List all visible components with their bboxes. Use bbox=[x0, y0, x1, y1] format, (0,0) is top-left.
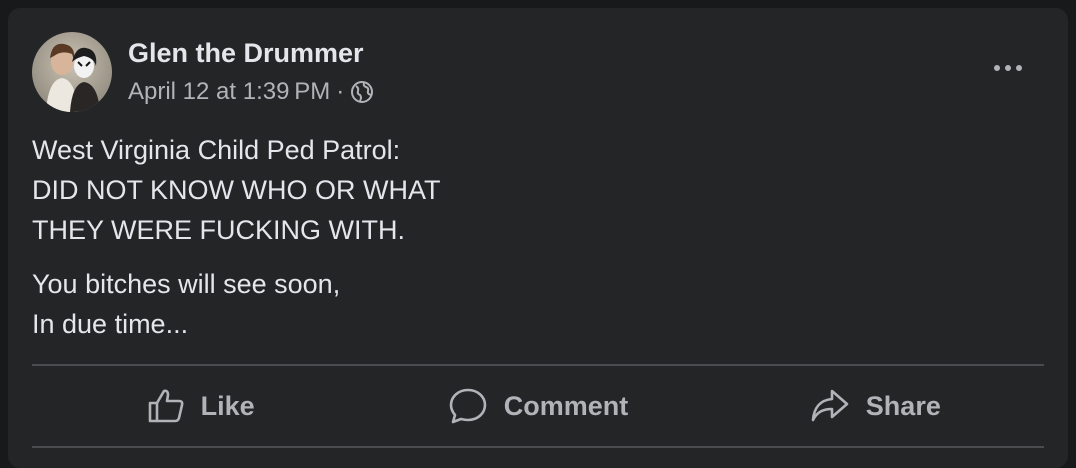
thumbs-up-icon bbox=[148, 389, 184, 423]
author-name[interactable]: Glen the Drummer bbox=[128, 36, 374, 70]
post-body: West Virginia Child Ped Patrol: DID NOT … bbox=[32, 130, 1032, 344]
comment-button[interactable]: Comment bbox=[369, 366, 706, 446]
dot-icon bbox=[1005, 65, 1011, 71]
share-icon bbox=[811, 389, 849, 422]
dot-icon bbox=[1016, 65, 1022, 71]
post-actions: Like Comment Share bbox=[32, 366, 1044, 446]
dot-icon bbox=[994, 65, 1000, 71]
post-header: Glen the Drummer April 12 at 1:39 PM · bbox=[32, 32, 374, 112]
post-line: You bitches will see soon, bbox=[32, 269, 341, 299]
divider bbox=[32, 446, 1044, 448]
post-paragraph: You bitches will see soon, In due time..… bbox=[32, 264, 1032, 344]
separator-dot: · bbox=[336, 78, 345, 105]
post-subline: April 12 at 1:39 PM · bbox=[128, 77, 374, 107]
post-line: DID NOT KNOW WHO OR WHAT bbox=[32, 175, 441, 205]
like-label: Like bbox=[200, 390, 255, 421]
like-button[interactable]: Like bbox=[32, 366, 369, 446]
share-label: Share bbox=[865, 390, 941, 421]
post-card: Glen the Drummer April 12 at 1:39 PM · W… bbox=[8, 8, 1068, 468]
post-line: West Virginia Child Ped Patrol: bbox=[32, 135, 401, 165]
post-line: THEY WERE FUCKING WITH. bbox=[32, 215, 406, 245]
comment-icon bbox=[449, 388, 487, 424]
post-line: In due time... bbox=[32, 309, 189, 339]
avatar[interactable] bbox=[32, 32, 112, 112]
more-options-icon[interactable] bbox=[988, 58, 1028, 78]
post-paragraph: West Virginia Child Ped Patrol: DID NOT … bbox=[32, 130, 1032, 250]
globe-icon[interactable] bbox=[350, 80, 374, 104]
share-button[interactable]: Share bbox=[707, 366, 1044, 446]
comment-label: Comment bbox=[503, 390, 629, 421]
post-timestamp[interactable]: April 12 at 1:39 PM bbox=[128, 77, 330, 107]
post-meta: Glen the Drummer April 12 at 1:39 PM · bbox=[128, 36, 374, 107]
